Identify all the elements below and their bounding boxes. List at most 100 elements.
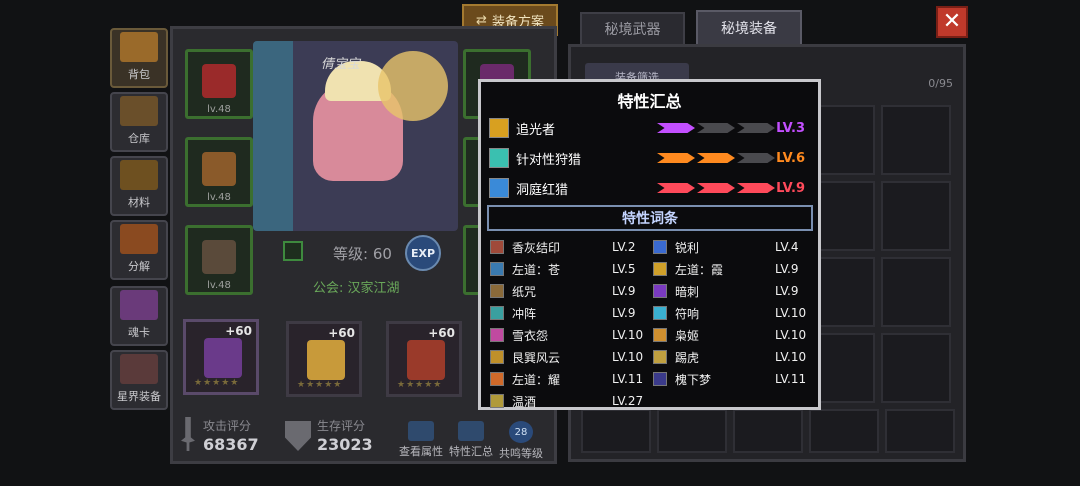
sidebar-item-bag[interactable]: 背包 — [110, 28, 168, 88]
trait-entry: 艮巽风云 LV.10 — [490, 346, 643, 368]
inventory-cell[interactable] — [657, 409, 727, 453]
inventory-cell[interactable] — [881, 181, 951, 251]
materials-icon — [120, 160, 158, 190]
trait-entries-header: 特性词条 — [487, 205, 813, 231]
tab-secret-equipment[interactable]: 秘境装备 — [696, 10, 802, 46]
entry-icon — [653, 284, 667, 298]
trait-progress-bar — [657, 183, 775, 193]
view-attributes-button[interactable]: 查看属性 — [399, 421, 443, 459]
trait-name: 针对性狩猎 — [516, 152, 582, 168]
entry-name: 雪衣怨 — [512, 328, 549, 343]
edit-icon[interactable] — [283, 241, 303, 261]
entry-name: 温酒 — [512, 394, 537, 409]
trait-summary-button[interactable]: 特性汇总 — [449, 421, 493, 459]
inventory-count: 0/95 — [928, 77, 953, 90]
entry-name: 枭姬 — [675, 328, 700, 343]
trait-row: 追光者 LV.3 — [489, 115, 811, 141]
entry-icon — [490, 372, 504, 386]
attack-score-label: 攻击评分 — [203, 419, 252, 433]
trait-entry: 左道：霞 LV.9 — [653, 258, 798, 280]
entry-name: 符响 — [675, 306, 700, 321]
progress-segment — [657, 123, 695, 133]
entry-icon — [490, 328, 504, 342]
entry-icon — [490, 284, 504, 298]
trait-level: LV.3 — [776, 120, 805, 136]
inventory-cell[interactable] — [809, 409, 879, 453]
sidebar-item-materials[interactable]: 材料 — [110, 156, 168, 216]
entry-name: 踢虎 — [675, 350, 700, 365]
entry-name: 纸咒 — [512, 284, 537, 299]
close-button[interactable]: ✕ — [936, 6, 968, 38]
entry-level: LV.10 — [775, 328, 807, 342]
trait-row: 针对性狩猎 LV.6 — [489, 145, 811, 171]
trait-entry: 符响 LV.10 — [653, 302, 806, 324]
sidebar-item-soul-card[interactable]: 魂卡 — [110, 286, 168, 346]
trait-entry: 温酒 LV.27 — [490, 390, 643, 412]
rating-stars: ★★★★★ — [194, 378, 240, 388]
entry-level: LV.9 — [612, 284, 636, 298]
progress-segment — [657, 153, 695, 163]
equip-slot[interactable]: lv.48 — [185, 49, 253, 119]
character-name: 倩宝宝 — [321, 57, 361, 72]
sidebar-item-dismantle[interactable]: 分解 — [110, 220, 168, 280]
progress-segment — [697, 123, 735, 133]
survival-score-value: 23023 — [317, 435, 373, 454]
entry-level: LV.9 — [612, 306, 636, 320]
trait-entry: 冲阵 LV.9 — [490, 302, 635, 324]
resonance-badge: 28 — [509, 421, 533, 443]
entry-icon — [653, 350, 667, 364]
entry-name: 锐利 — [675, 240, 700, 255]
trait-entry: 纸咒 LV.9 — [490, 280, 635, 302]
entry-name: 暗刺 — [675, 284, 700, 299]
trait-icon — [458, 421, 484, 441]
entry-icon — [490, 240, 504, 254]
trait-icon — [489, 178, 509, 198]
entry-level: LV.9 — [775, 262, 799, 276]
entry-level: LV.11 — [612, 372, 644, 386]
trait-level: LV.6 — [776, 150, 805, 166]
progress-segment — [737, 123, 775, 133]
inventory-cell[interactable] — [885, 409, 955, 453]
entry-icon — [653, 240, 667, 254]
trait-progress-bar — [657, 123, 775, 133]
entry-level: LV.10 — [775, 350, 807, 364]
inventory-cell[interactable] — [881, 333, 951, 403]
entry-level: LV.2 — [612, 240, 636, 254]
rating-stars: ★★★★★ — [297, 380, 343, 390]
trait-entry: 踢虎 LV.10 — [653, 346, 806, 368]
trait-entry: 槐下梦 LV.11 — [653, 368, 806, 390]
equip-slot[interactable]: lv.48 — [185, 225, 253, 295]
trait-level: LV.9 — [776, 180, 805, 196]
storage-icon — [120, 96, 158, 126]
trait-row: 洞庭红猎 LV.9 — [489, 175, 811, 201]
inventory-cell[interactable] — [881, 105, 951, 175]
rating-stars: ★★★★★ — [397, 380, 443, 390]
exp-badge[interactable]: EXP — [405, 235, 441, 271]
artifact-slot[interactable]: +60 ★★★★★ — [286, 321, 362, 397]
progress-segment — [657, 183, 695, 193]
entry-name: 左道：霞 — [675, 262, 724, 277]
trait-entry: 香灰结印 LV.2 — [490, 236, 635, 258]
trait-entry: 枭姬 LV.10 — [653, 324, 806, 346]
entry-level: LV.10 — [612, 328, 644, 342]
inventory-cell[interactable] — [581, 409, 651, 453]
artifact-slot[interactable]: +60 ★★★★★ — [386, 321, 462, 397]
equip-slot[interactable]: lv.48 — [185, 137, 253, 207]
entry-icon — [490, 394, 504, 408]
inventory-cell[interactable] — [881, 257, 951, 327]
inventory-cell[interactable] — [733, 409, 803, 453]
progress-segment — [697, 183, 735, 193]
sidebar-item-storage[interactable]: 仓库 — [110, 92, 168, 152]
resonance-level-button[interactable]: 28 共鸣等级 — [499, 421, 543, 461]
chest-icon — [120, 32, 158, 62]
artifact-slot[interactable]: +60 ★★★★★ — [183, 319, 259, 395]
shield-icon — [285, 421, 311, 451]
tab-secret-weapon[interactable]: 秘境武器 — [580, 12, 685, 46]
entry-level: LV.10 — [775, 306, 807, 320]
trait-entry: 雪衣怨 LV.10 — [490, 324, 643, 346]
entry-icon — [653, 372, 667, 386]
sidebar-item-astral-equip[interactable]: 星界装备 — [110, 350, 168, 410]
survival-score-label: 生存评分 — [317, 419, 366, 433]
entry-icon — [653, 262, 667, 276]
horn-icon — [120, 354, 158, 384]
